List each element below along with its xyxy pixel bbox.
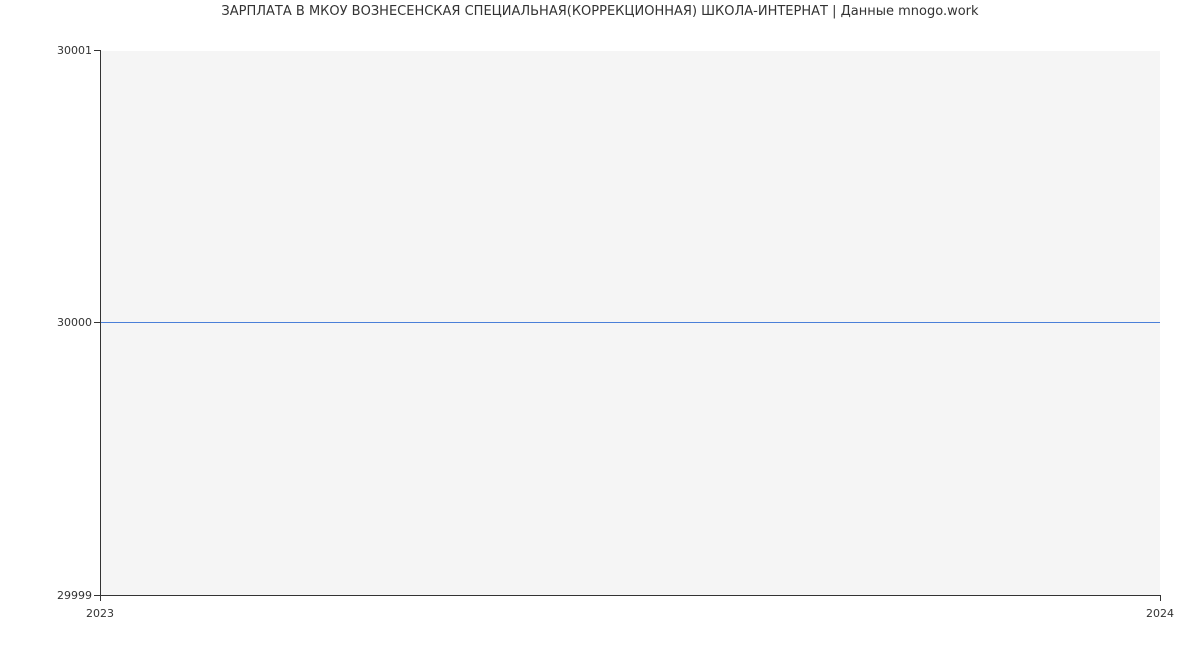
y-tick-label: 30001 xyxy=(52,44,92,57)
y-tick-label: 29999 xyxy=(52,589,92,602)
y-axis xyxy=(100,50,101,595)
chart-container: ЗАРПЛАТА В МКОУ ВОЗНЕСЕНСКАЯ СПЕЦИАЛЬНАЯ… xyxy=(0,0,1200,650)
x-tick xyxy=(1160,595,1161,601)
x-tick-label: 2024 xyxy=(1140,607,1180,620)
x-tick xyxy=(100,595,101,601)
gridline xyxy=(100,50,1160,51)
y-tick xyxy=(94,322,100,323)
x-tick-label: 2023 xyxy=(80,607,120,620)
x-axis xyxy=(100,595,1160,596)
y-tick-label: 30000 xyxy=(52,316,92,329)
y-tick xyxy=(94,50,100,51)
data-line xyxy=(100,322,1160,323)
chart-title: ЗАРПЛАТА В МКОУ ВОЗНЕСЕНСКАЯ СПЕЦИАЛЬНАЯ… xyxy=(0,4,1200,19)
